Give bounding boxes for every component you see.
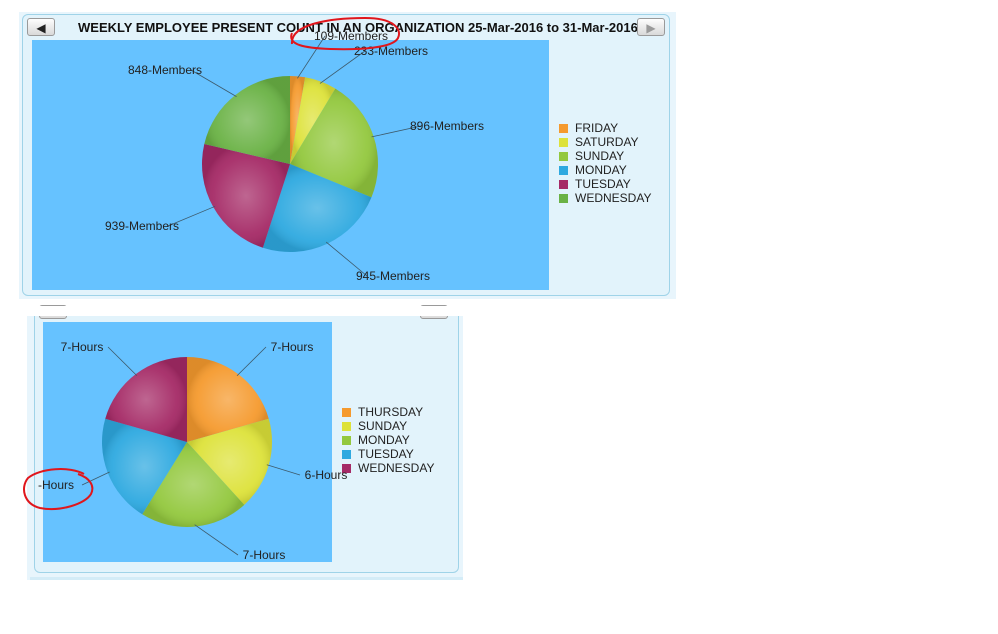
label-leader-line xyxy=(236,346,267,377)
charts-canvas: 109-Members233-Members 896-Members 945-Mem… xyxy=(23,16,484,562)
slice-data-label: 7-Hours xyxy=(243,548,286,562)
slice-data-label: 233-Members xyxy=(354,44,428,58)
label-leader-line xyxy=(266,464,301,476)
slice-data-label: 6-Hours xyxy=(305,468,348,482)
label-leader-line xyxy=(107,346,138,377)
top-pie-chart: 109-Members233-Members 896-Members 945-Mem… xyxy=(105,29,484,283)
slice-data-label: 896-Members xyxy=(410,119,484,133)
label-leader-line xyxy=(194,524,239,556)
slice-data-label: 848-Members xyxy=(128,63,202,77)
slice-data-label: 939-Members xyxy=(105,219,179,233)
slice-data-label: 7-Hours xyxy=(61,340,104,354)
bottom-pie-chart: 7-Hours 6-Hours 7-Hours -Hours 7-Hours xyxy=(38,340,347,562)
slice-data-label: 945-Members xyxy=(356,269,430,283)
slice-data-label: 7-Hours xyxy=(271,340,314,354)
slice-data-label: -Hours xyxy=(38,478,74,492)
slice-data-label: 109-Members xyxy=(314,29,388,43)
